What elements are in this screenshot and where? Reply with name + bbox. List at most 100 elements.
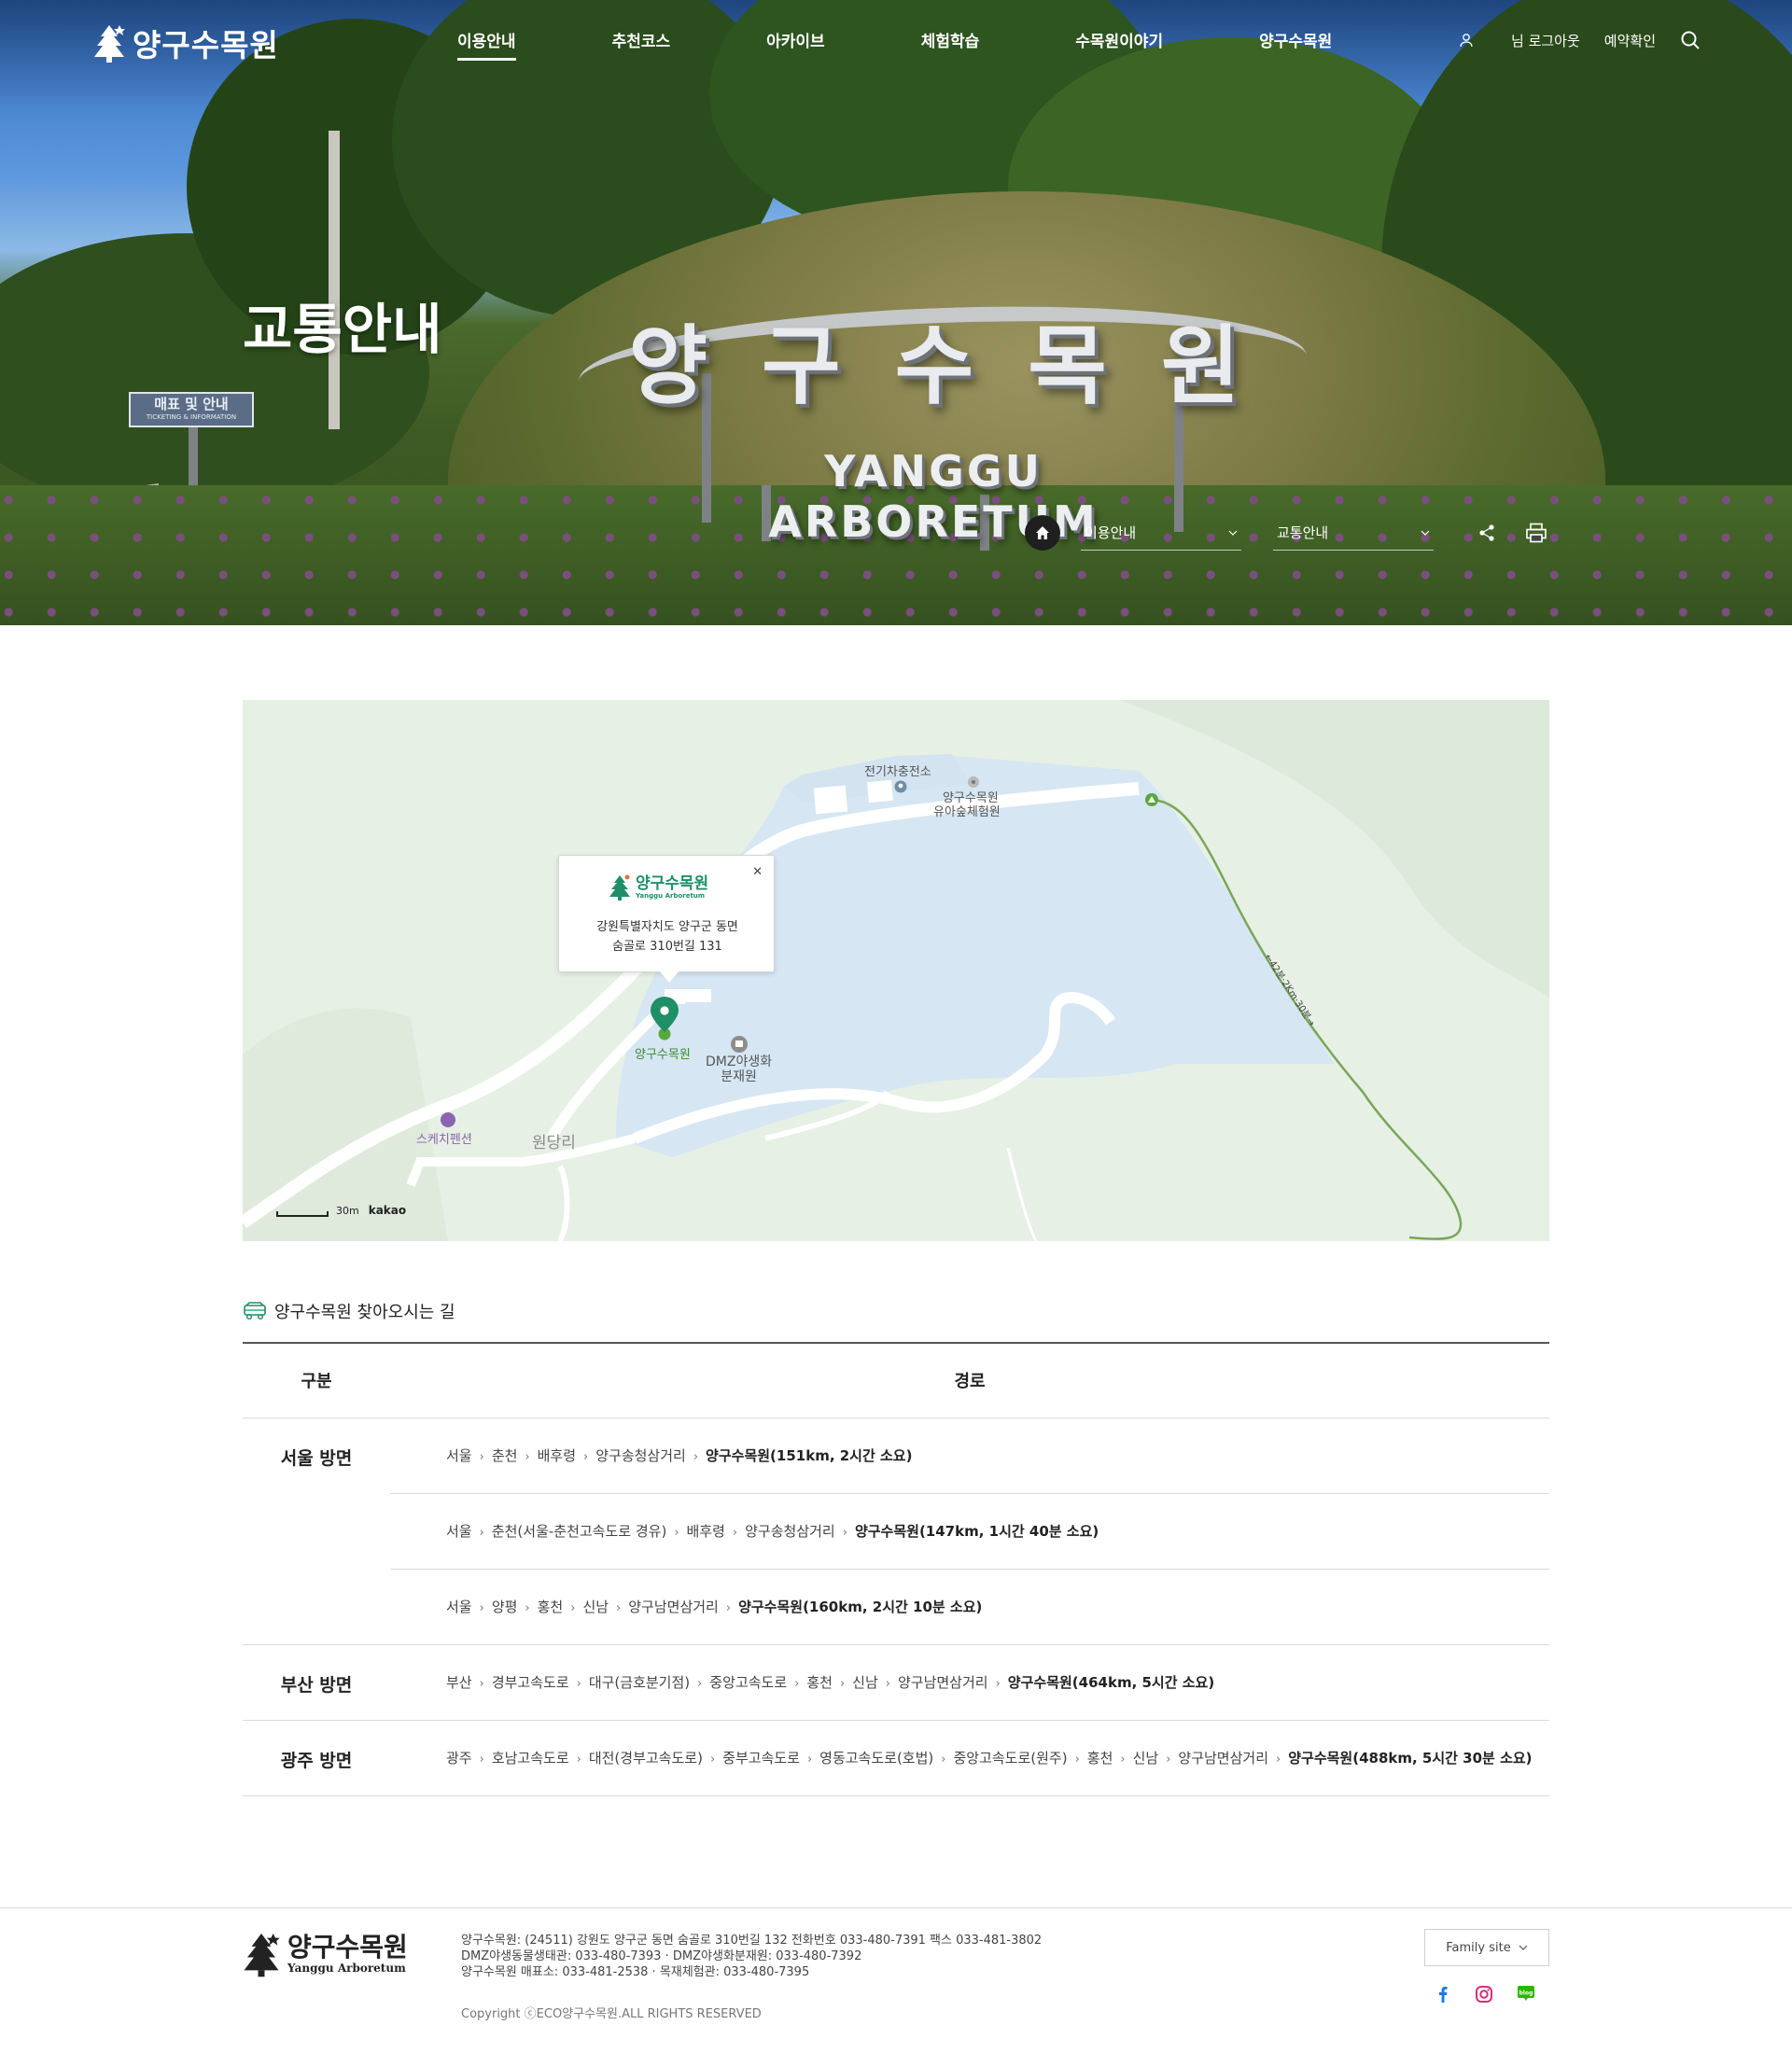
nav-item-guide[interactable]: 이용안내 — [457, 28, 516, 61]
home-icon — [1036, 526, 1049, 539]
chevron-right-icon: › — [732, 1526, 738, 1540]
chevron-right-icon: › — [995, 1677, 1001, 1691]
chevron-right-icon: › — [1166, 1753, 1171, 1767]
tree-logo-icon — [244, 1934, 280, 1977]
reservation-link[interactable]: 예약확인 — [1604, 31, 1656, 50]
site-header: 양구수목원 이용안내 추천코스 아카이브 체험학습 수목원이야기 양구수목원 님… — [0, 0, 1792, 84]
route-step: 경부고속도로 — [491, 1674, 569, 1691]
nav-item-experience[interactable]: 체험학습 — [921, 28, 980, 61]
map-provider-logo: kakao — [368, 1204, 407, 1217]
route-step: 양구남면삼거리 — [1178, 1750, 1269, 1767]
route-step: 영동고속도로(호법) — [819, 1750, 934, 1767]
chevron-right-icon: › — [794, 1677, 800, 1691]
road-sign: 매표 및 안내 TICKETING & INFORMATION — [129, 392, 254, 427]
route-destination: 양구수목원(147km, 1시간 40분 소요) — [854, 1523, 1099, 1540]
route-region: 광주 방면 — [243, 1720, 390, 1796]
car-icon — [244, 1302, 266, 1320]
route-row: 광주 방면 광주 › 호남고속도로 › 대전(경부고속도로) › 중부고속도로 › 영동고속도로(… — [243, 1720, 1549, 1796]
route-destination: 양구수목원(160km, 2시간 10분 소요) — [738, 1599, 983, 1615]
nav-item-course[interactable]: 추천코스 — [612, 28, 671, 61]
search-icon — [1681, 31, 1700, 49]
route-step: 부산 — [446, 1674, 472, 1691]
route-path: 서울 › 춘천 › 배후령 › 양구송청삼거리 › 양구수목원(151km, 2시간 소요) — [390, 1418, 1549, 1494]
route-region: 서울 방면 — [243, 1418, 390, 1645]
chevron-right-icon: › — [1276, 1753, 1281, 1767]
logo-text: 양구수목원 — [133, 27, 279, 63]
chevron-right-icon: › — [570, 1601, 576, 1615]
chevron-right-icon: › — [674, 1526, 679, 1540]
logout-link[interactable]: 님 로그아웃 — [1459, 31, 1580, 50]
map-label-arboretum: 양구수목원 — [635, 1048, 691, 1062]
location-map[interactable]: ←42분·2Km·30분→ 전기차충전소 양구수목원 유아숲체험원 양구수목원 D… — [243, 700, 1549, 1241]
route-row: 서울 › 양평 › 홍천 › 신남 › 양구남면삼거리 › 양구수목원(160km, 2시간 10분… — [243, 1569, 1549, 1645]
family-site-select[interactable]: Family site — [1424, 1929, 1549, 1966]
breadcrumb-level1-label: 이용안내 — [1085, 524, 1137, 541]
home-button[interactable] — [1025, 515, 1060, 551]
breadcrumb-select-level1[interactable]: 이용안내 — [1081, 515, 1241, 551]
site-footer: 양구수목원 Yanggu Arboretum 양구수목원: (24511) 강원… — [0, 1907, 1792, 2053]
popup-logo-sub: Yanggu Arboretum — [636, 892, 706, 900]
footer-logo: 양구수목원 Yanggu Arboretum — [241, 1931, 408, 1977]
facebook-icon[interactable] — [1434, 1985, 1452, 2004]
map-label-dmz: DMZ야생화 분재원 — [706, 1054, 773, 1084]
route-step: 춘천(서울-춘천고속도로 경유) — [491, 1523, 667, 1540]
map-scale: 30m kakao — [276, 1204, 406, 1217]
footer-contact-info: 양구수목원: (24511) 강원도 양구군 동면 숨골로 310번길 132 … — [461, 1934, 1043, 1979]
route-step: 배후령 — [537, 1447, 577, 1464]
route-destination: 양구수목원(464km, 5시간 소요) — [1007, 1674, 1215, 1691]
route-step: 양구남면삼거리 — [628, 1599, 719, 1615]
routes-table: 구분 경로 서울 방면 서울 › 춘천 › 배후령 › 양구송청삼거리 › 양구수목원(151km… — [243, 1342, 1549, 1796]
footer-copyright: Copyright ⓒECO양구수목원.ALL RIGHTS RESERVED — [461, 2007, 762, 2021]
route-step: 배후령 — [686, 1523, 725, 1540]
route-path: 서울 › 양평 › 홍천 › 신남 › 양구남면삼거리 › 양구수목원(160km, 2시간 10분… — [390, 1569, 1549, 1645]
route-step: 양구남면삼거리 — [897, 1674, 988, 1691]
map-info-popup: 양구수목원 Yanggu Arboretum ✕ 강원특별자치도 양구군 동면 … — [558, 855, 775, 983]
instagram-icon[interactable] — [1475, 1985, 1493, 2004]
share-icon[interactable] — [1477, 523, 1497, 543]
chevron-right-icon: › — [697, 1677, 703, 1691]
print-icon[interactable] — [1525, 523, 1547, 543]
route-step: 신남 — [852, 1674, 878, 1691]
blog-icon[interactable]: blog — [1516, 1985, 1536, 2004]
chevron-right-icon: › — [839, 1677, 846, 1691]
chevron-right-icon: › — [525, 1601, 530, 1615]
popup-logo-title: 양구수목원 — [636, 874, 709, 893]
route-step: 중부고속도로 — [722, 1750, 800, 1767]
site-logo[interactable]: 양구수목원 — [91, 21, 279, 65]
page-title: 교통안내 — [243, 298, 442, 361]
nav-item-archive[interactable]: 아카이브 — [766, 28, 825, 61]
search-button[interactable] — [1680, 30, 1701, 50]
chevron-right-icon: › — [1120, 1753, 1126, 1767]
route-row: 서울 방면 서울 › 춘천 › 배후령 › 양구송청삼거리 › 양구수목원(151km, 2시간 … — [243, 1418, 1549, 1645]
route-step: 홍천 — [537, 1599, 564, 1615]
route-step: 서울 — [446, 1599, 472, 1615]
svg-text:blog: blog — [1519, 1990, 1533, 1997]
nav-item-story[interactable]: 수목원이야기 — [1075, 28, 1163, 61]
breadcrumb-select-level2[interactable]: 교통안내 — [1273, 515, 1434, 551]
hero-banner: 매표 및 안내 TICKETING & INFORMATION 양구수목원 YA… — [0, 0, 1792, 625]
chevron-right-icon: › — [479, 1601, 484, 1615]
map-label-charger: 전기차충전소 — [864, 765, 931, 779]
route-region: 부산 방면 — [243, 1644, 390, 1721]
route-path: 서울 › 춘천(서울-춘천고속도로 경유) › 배후령 › 양구송청삼거리 › 양구수목원(14… — [390, 1493, 1549, 1570]
route-step: 홍천 — [1086, 1750, 1113, 1767]
route-path: 부산 › 경부고속도로 › 대구(금호분기점) › 중앙고속도로 › 홍천 › 신남 › 양구남면삼거리… — [390, 1644, 1549, 1721]
map-label-forest-school: 양구수목원 유아숲체험원 — [933, 791, 1001, 819]
chevron-right-icon: › — [576, 1677, 581, 1691]
nav-item-arboretum[interactable]: 양구수목원 — [1259, 28, 1332, 61]
routes-section-title: 양구수목원 찾아오시는 길 — [243, 1299, 455, 1323]
map-label-pension: 스케치펜션 — [416, 1133, 472, 1147]
chevron-right-icon: › — [725, 1601, 732, 1615]
column-header-path: 경로 — [390, 1343, 1549, 1418]
chevron-right-icon: › — [806, 1753, 813, 1767]
chevron-right-icon: › — [885, 1677, 890, 1691]
chevron-right-icon: › — [576, 1753, 581, 1767]
route-step: 양구송청삼거리 — [595, 1447, 686, 1464]
close-icon[interactable]: ✕ — [752, 865, 763, 879]
chevron-right-icon: › — [693, 1450, 699, 1464]
route-destination: 양구수목원(151km, 2시간 소요) — [706, 1447, 913, 1464]
chevron-right-icon: › — [616, 1601, 622, 1615]
route-row: 부산 방면 부산 › 경부고속도로 › 대구(금호분기점) › 중앙고속도로 › 홍천 › 신남 › 양구… — [243, 1644, 1549, 1721]
route-step: 서울 — [446, 1447, 472, 1464]
reservation-label: 예약확인 — [1603, 32, 1656, 49]
